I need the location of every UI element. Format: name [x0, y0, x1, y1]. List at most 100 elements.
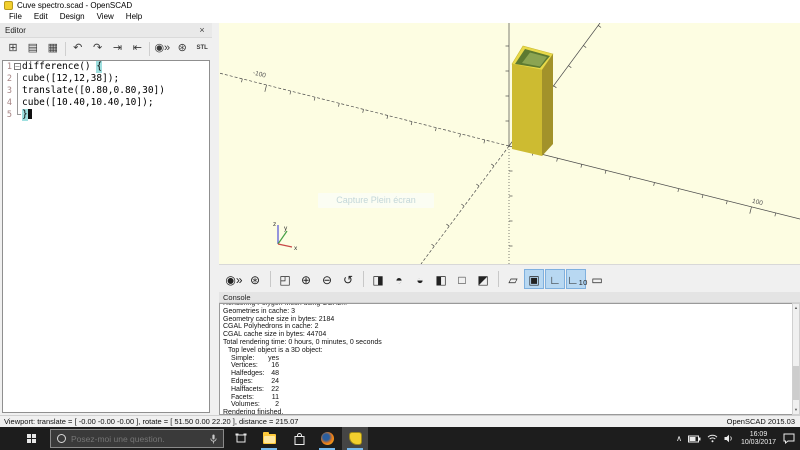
- fold-marker-icon[interactable]: –: [13, 61, 22, 73]
- fold-guide: [13, 73, 22, 85]
- tray-expand-icon[interactable]: ∧: [676, 434, 682, 443]
- render-button[interactable]: ⊛: [172, 40, 192, 57]
- redo-button[interactable]: ↷: [88, 40, 108, 57]
- save-file-button[interactable]: ▦: [43, 40, 63, 57]
- view-top-button[interactable]: ◓: [389, 269, 409, 289]
- code-text: cube([10.40,10.40,10]);: [22, 97, 154, 109]
- scroll-up-icon[interactable]: ▲: [793, 304, 799, 312]
- console-stat-row: Halfedges:48: [223, 370, 792, 378]
- view-left-button[interactable]: ◧: [431, 269, 451, 289]
- editor-panel-title: Editor: [5, 23, 26, 38]
- model-cuvette: [512, 46, 553, 156]
- open-file-button[interactable]: ▤: [23, 40, 43, 57]
- console-panel: Console Rendering Polygon Mesh using CGA…: [219, 292, 800, 415]
- zoom-out-button[interactable]: ⊖: [317, 269, 337, 289]
- scrollbar-thumb[interactable]: [793, 366, 799, 400]
- start-button[interactable]: [14, 427, 50, 450]
- menu-design[interactable]: Design: [54, 11, 91, 23]
- orthographic-button[interactable]: ▣: [524, 269, 544, 289]
- cuvette-front-face: [512, 64, 542, 156]
- search-input[interactable]: [71, 434, 210, 444]
- code-text: difference(): [22, 61, 96, 73]
- view-front-button[interactable]: □: [452, 269, 472, 289]
- code-line: 3 translate([0.80,0.80,30]): [3, 85, 209, 97]
- viewport-3d[interactable]: 100 -100 Capture Plein écran z y x: [219, 23, 800, 264]
- console-stat-row: Facets:11: [223, 394, 792, 402]
- cortana-search-box[interactable]: [50, 429, 224, 448]
- view-bottom-button[interactable]: ◒: [410, 269, 430, 289]
- menu-view[interactable]: View: [91, 11, 120, 23]
- console-line: CGAL Polyhedrons in cache: 2: [223, 323, 792, 331]
- code-text: cube([12,12,38]);: [22, 73, 119, 85]
- render-button[interactable]: ⊛: [245, 269, 265, 289]
- wifi-icon[interactable]: [707, 434, 718, 443]
- code-editor[interactable]: 1 – difference() { 2 cube([12,12,38]); 3…: [2, 60, 210, 413]
- viewport-canvas: 100 -100: [219, 23, 800, 264]
- openscad-icon: [349, 432, 362, 445]
- console-line: Geometry cache size in bytes: 2184: [223, 316, 792, 324]
- firefox-button[interactable]: [314, 427, 340, 450]
- title-bar[interactable]: Cuve spectro.scad - OpenSCAD: [0, 0, 800, 11]
- console-line: Total rendering time: 0 hours, 0 minutes…: [223, 339, 792, 347]
- view-back-button[interactable]: ◩: [473, 269, 493, 289]
- zoom-all-button[interactable]: ◰: [275, 269, 295, 289]
- windows-store-button[interactable]: [286, 427, 312, 450]
- console-scrollbar[interactable]: ▲ ▼: [792, 303, 800, 415]
- line-number: 3: [3, 85, 13, 97]
- menu-bar: File Edit Design View Help: [0, 11, 800, 23]
- perspective-button[interactable]: ▱: [503, 269, 523, 289]
- status-bar: Viewport: translate = [ -0.00 -0.00 -0.0…: [0, 415, 800, 427]
- console-line: Top level object is a 3D object:: [223, 347, 792, 355]
- scroll-down-icon[interactable]: ▼: [793, 406, 799, 414]
- battery-icon[interactable]: [688, 435, 701, 443]
- screenshot-ghost-button: Capture Plein écran: [318, 193, 434, 208]
- menu-edit[interactable]: Edit: [28, 11, 54, 23]
- reset-view-button[interactable]: ↺: [338, 269, 358, 289]
- unindent-button[interactable]: ⇤: [127, 40, 147, 57]
- indent-button[interactable]: ⇥: [108, 40, 128, 57]
- console-stat-row: Halffacets:22: [223, 386, 792, 394]
- console-panel-title: Console: [223, 292, 251, 303]
- console-stat-row: Edges:24: [223, 378, 792, 386]
- windows-logo-icon: [27, 434, 37, 444]
- line-number: 1: [3, 61, 13, 73]
- file-explorer-icon: [263, 434, 276, 444]
- preview-button[interactable]: ◉»: [152, 40, 172, 57]
- toolbar-separator: [149, 42, 150, 56]
- console-log[interactable]: Rendering Polygon Mesh using CGAL... Geo…: [219, 303, 792, 415]
- fold-guide: [13, 85, 22, 97]
- console-stat-row: Simple:yes: [223, 355, 792, 363]
- openscad-taskbar-button[interactable]: [342, 427, 368, 450]
- clock-time: 16:09: [741, 431, 776, 439]
- console-line: CGAL cache size in bytes: 44704: [223, 331, 792, 339]
- new-file-button[interactable]: ⊞: [3, 40, 23, 57]
- task-view-button[interactable]: [228, 427, 254, 450]
- view-right-button[interactable]: ◨: [368, 269, 388, 289]
- openscad-window: Cuve spectro.scad - OpenSCAD File Edit D…: [0, 0, 800, 450]
- show-axes-button[interactable]: ∟: [545, 269, 565, 289]
- code-line: 1 – difference() {: [3, 61, 209, 73]
- viewport-toolbar: ◉» ⊛ ◰ ⊕ ⊖ ↺ ◨ ◓ ◒ ◧ □ ◩ ▱ ▣ ∟ ∟₁₀ ▭: [219, 264, 800, 292]
- zoom-in-button[interactable]: ⊕: [296, 269, 316, 289]
- file-explorer-button[interactable]: [256, 427, 282, 450]
- toolbar-separator: [498, 271, 499, 287]
- close-icon[interactable]: ×: [196, 24, 208, 36]
- firefox-icon: [321, 432, 334, 445]
- microphone-icon[interactable]: [210, 434, 217, 444]
- editor-panel: Editor × ⊞ ▤ ▦ ↶ ↷ ⇥ ⇤ ◉» ⊛ STL 1 – diff…: [0, 23, 212, 415]
- x-axis-scale-label: 100: [751, 198, 764, 208]
- code-line: 4 cube([10.40,10.40,10]);: [3, 97, 209, 109]
- store-bag-icon: [294, 433, 305, 445]
- menu-file[interactable]: File: [3, 11, 28, 23]
- taskbar-clock[interactable]: 16:09 10/03/2017: [741, 431, 776, 447]
- axis-label-y: y: [284, 225, 288, 232]
- menu-help[interactable]: Help: [120, 11, 148, 23]
- speaker-icon[interactable]: [724, 434, 734, 443]
- action-center-icon[interactable]: [783, 433, 795, 444]
- show-scale-markers-button[interactable]: ∟₁₀: [566, 269, 586, 289]
- undo-button[interactable]: ↶: [68, 40, 88, 57]
- axis-indicator: z y x: [259, 218, 299, 258]
- export-stl-button[interactable]: STL: [192, 40, 212, 57]
- preview-button[interactable]: ◉»: [224, 269, 244, 289]
- show-edges-button[interactable]: ▭: [587, 269, 607, 289]
